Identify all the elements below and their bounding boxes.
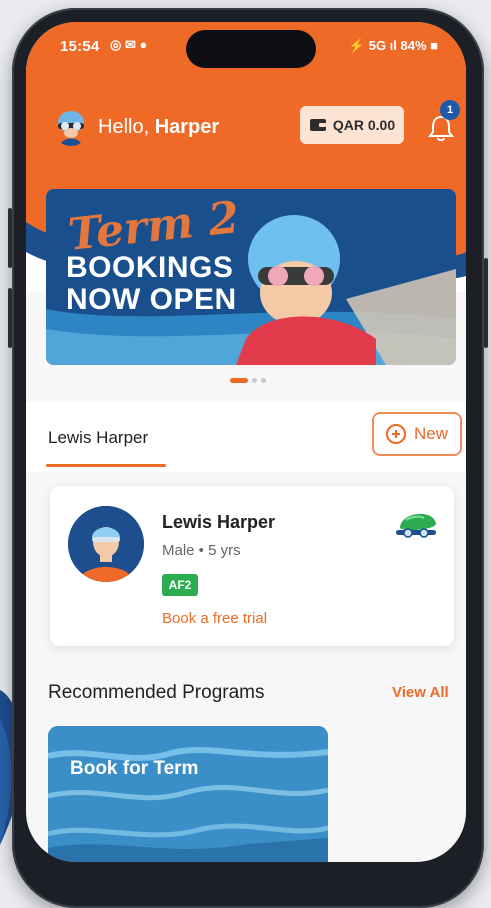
notification-badge: 1 xyxy=(440,100,460,120)
swimmer-meta: Male • 5 yrs xyxy=(162,542,241,559)
notification-icons: ◎ ✉ ● xyxy=(110,37,148,52)
wallet-balance-value: QAR 0.00 xyxy=(332,117,396,133)
status-time: 15:54 xyxy=(60,38,100,55)
greeting-user-name: Harper xyxy=(154,116,220,138)
swimmer-avatar-icon xyxy=(52,108,90,146)
level-badge: AF2 xyxy=(162,574,198,596)
pagination-dot[interactable] xyxy=(252,378,257,383)
swimmer-card[interactable]: Lewis Harper Male • 5 yrs AF2 Book a fre… xyxy=(50,486,454,646)
banner-pagination xyxy=(230,378,290,384)
active-tab-indicator xyxy=(46,464,166,467)
dynamic-island xyxy=(186,30,316,68)
pool-water-image xyxy=(48,726,328,862)
user-avatar[interactable] xyxy=(52,108,90,146)
pagination-dot-active[interactable] xyxy=(230,378,248,383)
swimmer-person-icon xyxy=(68,506,144,582)
recommended-title: Recommended Programs xyxy=(48,682,265,703)
wallet-balance-button[interactable]: QAR 0.00 xyxy=(300,106,404,144)
add-circle-icon xyxy=(385,424,406,444)
add-swimmer-button[interactable]: New xyxy=(372,412,462,456)
app-header: Hello, Harper QAR 0.00 1 xyxy=(26,100,466,150)
system-icons: ⚡ 5G ıl 84% ■ xyxy=(348,38,438,53)
book-trial-link[interactable]: Book a free trial xyxy=(162,610,267,627)
swimmer-name: Lewis Harper xyxy=(162,512,276,532)
volume-up-button xyxy=(8,208,12,268)
add-swimmer-label: New xyxy=(413,424,448,443)
program-card-label: Book for Term xyxy=(70,758,199,779)
tab-lewis-harper[interactable]: Lewis Harper xyxy=(48,428,148,448)
pagination-dot[interactable] xyxy=(261,378,266,383)
greeting-prefix: Hello, xyxy=(98,116,155,138)
view-all-link[interactable]: View All xyxy=(392,684,449,701)
swim-cap-icon xyxy=(396,513,436,538)
promo-banner[interactable]: Term 2 BOOKINGS NOW OPEN xyxy=(46,189,456,365)
power-button xyxy=(484,258,488,348)
volume-down-button xyxy=(8,288,12,348)
swimmer-tabs: Lewis Harper New xyxy=(26,402,466,472)
greeting-text: Hello, Harper xyxy=(98,116,219,139)
swimmer-avatar xyxy=(68,506,144,582)
banner-headline-2: NOW OPEN xyxy=(66,283,237,316)
app-screen: 15:54 ◎ ✉ ● ⚡ 5G ıl 84% ■ Hello, Harper xyxy=(26,22,466,862)
wallet-icon xyxy=(309,119,326,131)
program-card[interactable]: Book for Term xyxy=(48,726,328,862)
banner-headline-1: BOOKINGS xyxy=(66,251,234,284)
